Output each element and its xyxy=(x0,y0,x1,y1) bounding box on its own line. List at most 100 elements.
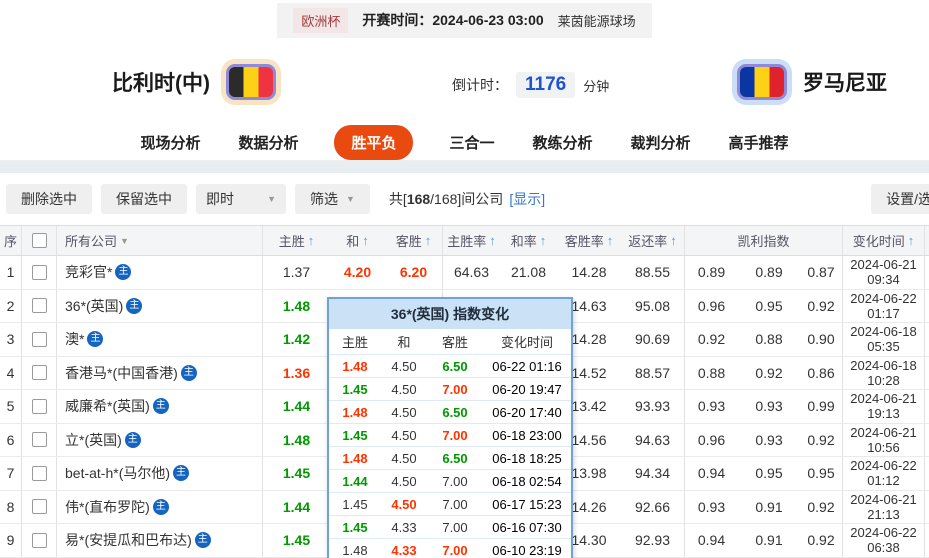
company-home-icon: 主 xyxy=(173,465,189,481)
tab-3[interactable]: 胜平负 xyxy=(334,125,413,160)
show-link[interactable]: [显示] xyxy=(509,191,545,207)
odds-home-win[interactable]: 1.48 xyxy=(263,424,330,457)
tab-4[interactable]: 三合一 xyxy=(447,126,496,159)
tab-2[interactable]: 数据分析 xyxy=(236,126,300,159)
row-checkbox[interactable] xyxy=(32,499,47,514)
row-checkbox[interactable] xyxy=(32,332,47,347)
return-rate: 92.93 xyxy=(621,524,685,557)
company-home-icon: 主 xyxy=(87,331,103,347)
countdown: 倒计时： 1176 分钟 xyxy=(452,72,609,98)
odds-home-win[interactable]: 1.42 xyxy=(263,323,330,356)
table-row: 1竞彩官*主1.374.206.2064.6321.0814.2888.550.… xyxy=(0,256,929,290)
tab-6[interactable]: 裁判分析 xyxy=(629,126,693,159)
analysis-tab-bar: 现场分析 数据分析 胜平负 三合一 教练分析 裁判分析 高手推荐 xyxy=(0,125,929,161)
row-edge xyxy=(925,424,929,457)
sort-asc-icon: ↑ xyxy=(362,233,369,248)
odds-home-win[interactable]: 1.48 xyxy=(263,290,330,323)
settings-button[interactable]: 设置/选 xyxy=(871,184,929,214)
odds-home-win[interactable]: 1.37 xyxy=(263,256,330,289)
company-name[interactable]: 香港马*(中国香港) xyxy=(65,363,178,383)
popup-away-odds: 6.50 xyxy=(427,451,483,466)
company-name[interactable]: 36*(英国) xyxy=(65,296,123,316)
company-name[interactable]: bet-at-h*(马尔他) xyxy=(65,463,170,483)
col-header-edge xyxy=(925,226,929,255)
col-header-company[interactable]: 所有公司▼ xyxy=(57,226,263,255)
company-name[interactable]: 立*(英国) xyxy=(65,430,122,450)
venue-name: 莱茵能源球场 xyxy=(558,11,636,30)
kelly-home: 0.93 xyxy=(685,491,738,524)
row-checkbox[interactable] xyxy=(32,265,47,280)
tab-1[interactable]: 现场分析 xyxy=(138,126,202,159)
row-checkbox[interactable] xyxy=(32,533,47,548)
countdown-value: 1176 xyxy=(516,72,575,98)
odds-home-win[interactable]: 1.45 xyxy=(263,524,330,557)
col-header-kelly[interactable]: 凯利指数 xyxy=(685,226,843,255)
select-all-checkbox[interactable] xyxy=(32,233,47,248)
col-header-home-rate[interactable]: 主胜率↑ xyxy=(443,226,500,255)
kelly-home: 0.96 xyxy=(685,290,738,323)
kickoff-time: 开赛时间：2024-06-23 03:00 xyxy=(362,10,543,30)
company-name[interactable]: 竞彩官* xyxy=(65,262,112,282)
col-header-return-rate[interactable]: 返还率↑ xyxy=(621,226,685,255)
tab-7[interactable]: 高手推荐 xyxy=(727,126,791,159)
col-header-away-rate[interactable]: 客胜率↑ xyxy=(557,226,621,255)
filter-dropdown[interactable]: 筛选 ▼ xyxy=(295,184,370,214)
change-date: 2024-06-21 xyxy=(850,257,917,272)
row-checkbox[interactable] xyxy=(32,365,47,380)
company-name[interactable]: 易*(安提瓜和巴布达) xyxy=(65,530,192,550)
kelly-away: 0.90 xyxy=(800,323,843,356)
col-header-home-win[interactable]: 主胜↑ xyxy=(263,226,330,255)
odds-away-win[interactable]: 6.20 xyxy=(385,256,443,289)
col-header-index: 序 xyxy=(0,226,22,255)
company-name[interactable]: 澳* xyxy=(65,329,84,349)
keep-selected-button[interactable]: 保留选中 xyxy=(101,184,187,214)
company-name[interactable]: 伟*(直布罗陀) xyxy=(65,497,150,517)
odds-home-win[interactable]: 1.36 xyxy=(263,357,330,390)
kelly-home: 0.88 xyxy=(685,357,738,390)
odds-home-win[interactable]: 1.44 xyxy=(263,491,330,524)
popup-col-away: 客胜 xyxy=(427,332,483,351)
kelly-draw: 0.92 xyxy=(738,357,800,390)
row-checkbox[interactable] xyxy=(32,466,47,481)
popup-col-home: 主胜 xyxy=(329,332,381,351)
popup-change-time: 06-20 17:40 xyxy=(483,405,571,420)
kelly-draw: 0.93 xyxy=(738,424,800,457)
odds-change-popup: 36*(英国) 指数变化 主胜 和 客胜 变化时间 1.484.506.5006… xyxy=(327,297,573,558)
popup-change-time: 06-22 01:16 xyxy=(483,359,571,374)
company-name[interactable]: 威廉希*(英国) xyxy=(65,396,150,416)
change-date: 2024-06-18 xyxy=(850,324,917,339)
kelly-home: 0.93 xyxy=(685,390,738,423)
col-header-change-time[interactable]: 变化时间↑ xyxy=(843,226,925,255)
kelly-away: 0.86 xyxy=(800,357,843,390)
odds-draw[interactable]: 4.20 xyxy=(330,256,385,289)
col-header-checkbox xyxy=(22,226,57,255)
popup-home-odds: 1.48 xyxy=(329,543,381,558)
popup-change-time: 06-18 18:25 xyxy=(483,451,571,466)
col-header-away-win[interactable]: 客胜↑ xyxy=(385,226,443,255)
popup-draw-odds: 4.50 xyxy=(381,474,427,489)
row-checkbox-cell xyxy=(22,524,57,557)
delete-selected-button[interactable]: 删除选中 xyxy=(6,184,92,214)
row-checkbox-cell xyxy=(22,457,57,490)
row-checkbox[interactable] xyxy=(32,432,47,447)
row-index: 5 xyxy=(0,390,22,423)
change-time: 2024-06-2206:38 xyxy=(843,524,925,557)
popup-change-time: 06-18 02:54 xyxy=(483,474,571,489)
tab-5[interactable]: 教练分析 xyxy=(531,126,595,159)
time-mode-value: 即时 xyxy=(206,189,234,209)
row-index: 6 xyxy=(0,424,22,457)
row-edge xyxy=(925,390,929,423)
odds-home-win[interactable]: 1.45 xyxy=(263,457,330,490)
popup-away-odds: 7.00 xyxy=(427,520,483,535)
league-badge[interactable]: 欧洲杯 xyxy=(293,8,348,33)
return-rate: 94.63 xyxy=(621,424,685,457)
row-checkbox[interactable] xyxy=(32,298,47,313)
row-checkbox[interactable] xyxy=(32,399,47,414)
change-date: 2024-06-21 xyxy=(850,425,917,440)
time-mode-dropdown[interactable]: 即时 ▼ xyxy=(196,184,286,214)
popup-away-odds: 7.00 xyxy=(427,543,483,558)
col-header-draw-rate[interactable]: 和率↑ xyxy=(500,226,557,255)
kelly-draw: 0.91 xyxy=(738,491,800,524)
col-header-draw[interactable]: 和↑ xyxy=(330,226,385,255)
odds-home-win[interactable]: 1.44 xyxy=(263,390,330,423)
